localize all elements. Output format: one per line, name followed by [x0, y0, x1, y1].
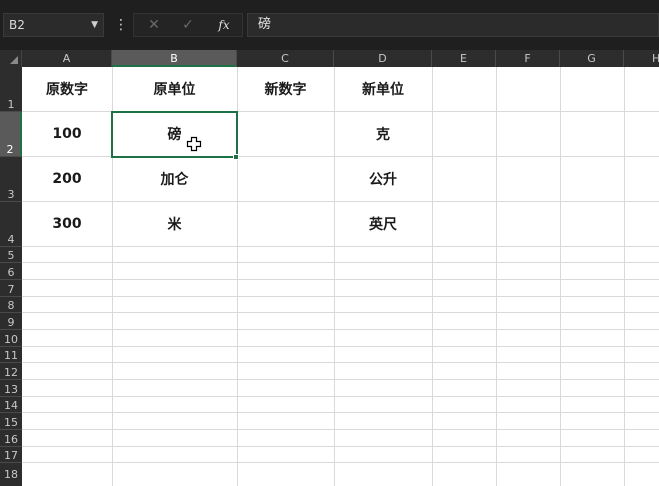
name-box[interactable]: B2 ▼ [3, 13, 104, 37]
gridline [22, 296, 659, 297]
gridline [496, 67, 497, 486]
gridline [22, 312, 659, 313]
column-header-bar: A B C D E F G H [0, 50, 659, 67]
cell-c3[interactable] [237, 157, 334, 201]
row-header-1[interactable]: 1 [0, 67, 22, 112]
row-header-16[interactable]: 16 [0, 430, 22, 447]
row-header-13[interactable]: 13 [0, 380, 22, 397]
cell-d3[interactable]: 公升 [334, 157, 432, 201]
cell-b3[interactable]: 加仑 [112, 157, 237, 201]
row-header-12[interactable]: 12 [0, 363, 22, 380]
gridline [22, 462, 659, 463]
column-header-b[interactable]: B [112, 50, 237, 67]
cross-cursor-icon [186, 136, 202, 152]
cell-c1[interactable]: 新数字 [237, 67, 334, 111]
fill-handle[interactable] [233, 154, 239, 160]
column-header-h[interactable]: H [624, 50, 659, 67]
cell-d4[interactable]: 英尺 [334, 202, 432, 246]
cell-b4[interactable]: 米 [112, 202, 237, 246]
row-header-2[interactable]: 2 [0, 112, 22, 157]
gridline [22, 329, 659, 330]
row-header-11[interactable]: 11 [0, 347, 22, 363]
cell-d2[interactable]: 克 [334, 112, 432, 156]
select-all-button[interactable] [0, 50, 22, 67]
row-header-8[interactable]: 8 [0, 297, 22, 313]
gridline [22, 446, 659, 447]
row-header-10[interactable]: 10 [0, 330, 22, 347]
gridline [22, 429, 659, 430]
row-header-18[interactable]: 18 [0, 463, 22, 486]
cell-a4[interactable]: 300 [22, 202, 112, 246]
gridline [624, 67, 625, 486]
gridline [22, 279, 659, 280]
gridline [432, 67, 433, 486]
column-header-a[interactable]: A [22, 50, 112, 67]
gridline [22, 362, 659, 363]
column-header-g[interactable]: G [560, 50, 624, 67]
row-header-5[interactable]: 5 [0, 247, 22, 263]
check-icon[interactable]: ✓ [174, 14, 202, 36]
row-header-17[interactable]: 17 [0, 447, 22, 463]
row-header-bar: 1 2 3 4 5 6 7 8 9 10 11 12 13 14 15 16 1… [0, 67, 22, 486]
row-header-14[interactable]: 14 [0, 397, 22, 413]
column-header-e[interactable]: E [432, 50, 496, 67]
cell-c4[interactable] [237, 202, 334, 246]
gridline [22, 262, 659, 263]
cell-a1[interactable]: 原数字 [22, 67, 112, 111]
name-box-value: B2 [9, 18, 25, 32]
cell-d1[interactable]: 新单位 [334, 67, 432, 111]
column-header-f[interactable]: F [496, 50, 560, 67]
active-cell-border [111, 111, 238, 158]
more-vertical-icon[interactable]: ⋮ [114, 13, 128, 37]
formula-input[interactable]: 磅 [247, 13, 659, 37]
formula-bar: B2 ▼ ⋮ ✕ ✓ fx 磅 [0, 0, 659, 50]
gridline [22, 379, 659, 380]
row-header-4[interactable]: 4 [0, 202, 22, 247]
row-header-15[interactable]: 15 [0, 413, 22, 430]
row-header-3[interactable]: 3 [0, 157, 22, 202]
formula-buttons: ✕ ✓ fx [133, 13, 243, 37]
cell-c2[interactable] [237, 112, 334, 156]
gridline [22, 246, 659, 247]
row-header-6[interactable]: 6 [0, 263, 22, 280]
column-header-d[interactable]: D [334, 50, 432, 67]
gridline [22, 412, 659, 413]
chevron-down-icon[interactable]: ▼ [91, 14, 98, 36]
cell-a3[interactable]: 200 [22, 157, 112, 201]
gridline [22, 396, 659, 397]
select-all-triangle-icon [10, 56, 18, 64]
cell-b1[interactable]: 原单位 [112, 67, 237, 111]
function-icon[interactable]: fx [210, 14, 238, 36]
cell-a2[interactable]: 100 [22, 112, 112, 156]
close-icon[interactable]: ✕ [140, 14, 168, 36]
row-header-7[interactable]: 7 [0, 280, 22, 297]
row-header-9[interactable]: 9 [0, 313, 22, 330]
gridline [22, 346, 659, 347]
column-header-c[interactable]: C [237, 50, 334, 67]
gridline [560, 67, 561, 486]
